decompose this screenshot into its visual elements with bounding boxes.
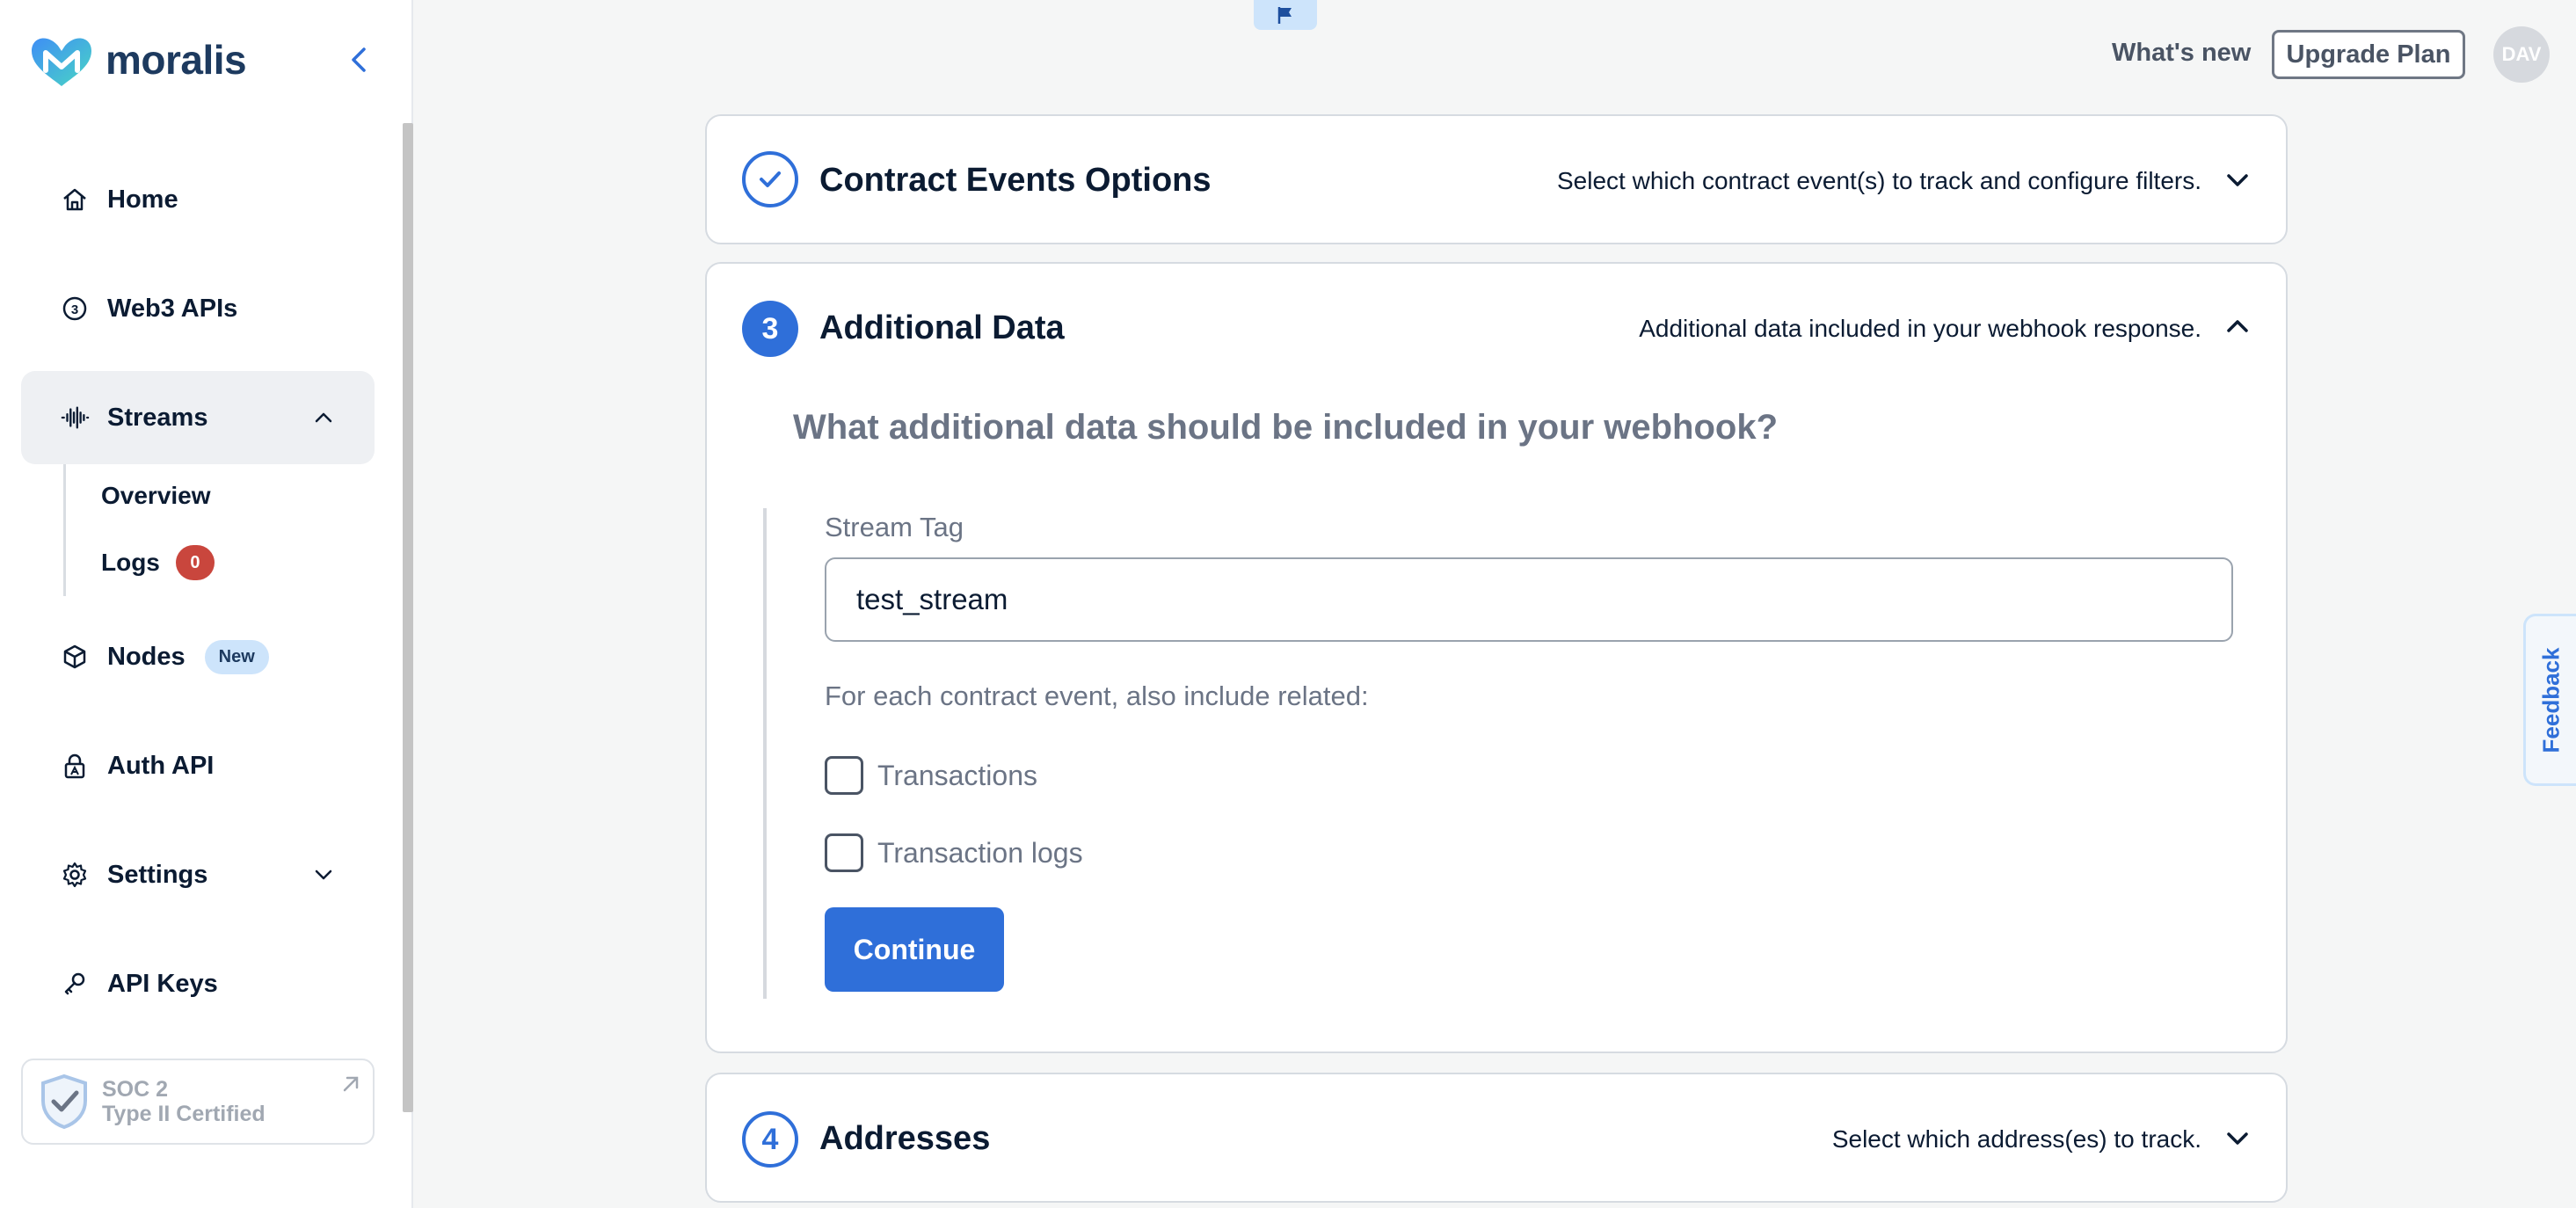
transaction-logs-checkbox[interactable] xyxy=(825,833,863,872)
svg-text:3: 3 xyxy=(71,302,78,317)
collapse-sidebar-button[interactable] xyxy=(345,42,373,77)
check-icon xyxy=(760,171,781,187)
sidebar-item-label: Streams xyxy=(107,403,208,432)
stream-tag-label: Stream Tag xyxy=(825,512,964,542)
sidebar: moralis Home 3 Web3 APIs Streams Overvie… xyxy=(0,0,413,1208)
step-number: 3 xyxy=(742,301,798,357)
checkbox-label: Transactions xyxy=(877,759,1037,791)
moralis-logo[interactable]: moralis xyxy=(26,32,247,88)
checkbox-label: Transaction logs xyxy=(877,836,1083,869)
continue-button[interactable]: Continue xyxy=(825,907,1004,992)
sidebar-item-label: Home xyxy=(107,185,178,214)
additional-data-question: What additional data should be included … xyxy=(793,408,1779,447)
step-title: Contract Events Options xyxy=(819,162,1212,199)
sidebar-item-auth-api[interactable]: Auth API xyxy=(21,719,375,812)
step-header-addresses[interactable]: 4 Addresses Select which address(es) to … xyxy=(707,1074,2286,1204)
soc2-subtitle: Type II Certified xyxy=(102,1102,266,1126)
include-related-label: For each contract event, also include re… xyxy=(825,680,1369,711)
lock-icon xyxy=(60,751,90,781)
soc2-title: SOC 2 xyxy=(102,1077,169,1102)
moralis-logo-icon xyxy=(32,38,91,86)
waveform-icon xyxy=(60,403,90,433)
sidebar-subitem-overview[interactable]: Overview xyxy=(101,482,211,510)
streams-submenu: Overview Logs 0 xyxy=(63,464,362,596)
sidebar-item-settings[interactable]: Settings xyxy=(21,828,375,921)
gear-icon xyxy=(60,860,90,890)
soc2-certification-card[interactable]: SOC 2 Type II Certified xyxy=(21,1059,375,1145)
key-icon xyxy=(60,969,90,999)
option-transaction-logs[interactable]: Transaction logs xyxy=(825,833,1083,872)
step-card-contract-events: Contract Events Options Select which con… xyxy=(705,114,2288,244)
subitem-label: Logs xyxy=(101,549,160,576)
sidebar-item-label: Settings xyxy=(107,860,208,889)
step-header-additional-data[interactable]: 3 Additional Data Additional data includ… xyxy=(707,264,2286,396)
feedback-label: Feedback xyxy=(2537,647,2565,753)
sidebar-item-streams[interactable]: Streams xyxy=(21,371,375,464)
new-badge: New xyxy=(204,639,269,674)
sidebar-item-label: Nodes xyxy=(107,642,186,671)
step-description: Additional data included in your webhook… xyxy=(1639,315,2201,342)
step-card-additional-data: 3 Additional Data Additional data includ… xyxy=(705,262,2288,1053)
option-transactions[interactable]: Transactions xyxy=(825,756,1037,795)
shield-check-icon xyxy=(41,1073,87,1130)
sidebar-item-label: API Keys xyxy=(107,969,218,998)
chevron-left-icon xyxy=(352,47,366,72)
step-card-addresses: 4 Addresses Select which address(es) to … xyxy=(705,1073,2288,1203)
external-link-icon xyxy=(343,1076,359,1092)
step-header-contract-events[interactable]: Contract Events Options Select which con… xyxy=(707,116,2286,246)
logs-count-badge: 0 xyxy=(175,545,215,580)
step-complete-indicator xyxy=(742,151,798,207)
additional-data-form: Stream Tag For each contract event, also… xyxy=(763,508,2240,999)
sidebar-item-home[interactable]: Home xyxy=(21,153,375,246)
sidebar-item-label: Auth API xyxy=(107,751,215,780)
web3-coin-icon: 3 xyxy=(60,294,90,324)
chevron-up-icon xyxy=(315,412,332,423)
brand-name: moralis xyxy=(106,37,247,83)
home-icon xyxy=(60,185,90,215)
chevron-down-icon xyxy=(315,870,332,880)
soc2-text: SOC 2 Type II Certified xyxy=(102,1077,266,1126)
step-title: Addresses xyxy=(819,1120,991,1157)
subitem-label: Overview xyxy=(101,482,211,509)
chevron-up-icon xyxy=(2227,320,2248,332)
step-description: Select which address(es) to track. xyxy=(1831,1125,2201,1153)
feedback-tab[interactable]: Feedback xyxy=(2523,614,2576,786)
sidebar-scrollbar[interactable] xyxy=(403,123,413,1112)
step-title: Additional Data xyxy=(819,309,1065,346)
sidebar-item-label: Web3 APIs xyxy=(107,294,238,323)
flag-icon xyxy=(1277,7,1292,24)
sidebar-item-api-keys[interactable]: API Keys xyxy=(21,937,375,1030)
cube-icon xyxy=(60,642,90,672)
step-number: 4 xyxy=(742,1111,798,1168)
flag-tab[interactable] xyxy=(1254,0,1317,30)
whats-new-link[interactable]: What's new xyxy=(2112,39,2251,68)
upgrade-plan-button[interactable]: Upgrade Plan xyxy=(2272,30,2465,79)
sidebar-item-nodes[interactable]: Nodes New xyxy=(21,610,375,703)
sidebar-item-web3-apis[interactable]: 3 Web3 APIs xyxy=(21,262,375,355)
stream-tag-input[interactable] xyxy=(825,557,2233,642)
transactions-checkbox[interactable] xyxy=(825,756,863,795)
step-description: Select which contract event(s) to track … xyxy=(1557,167,2201,194)
avatar[interactable]: DAV xyxy=(2493,26,2550,83)
chevron-down-icon xyxy=(2227,174,2248,186)
sidebar-subitem-logs[interactable]: Logs 0 xyxy=(101,545,215,580)
chevron-down-icon xyxy=(2227,1132,2248,1145)
